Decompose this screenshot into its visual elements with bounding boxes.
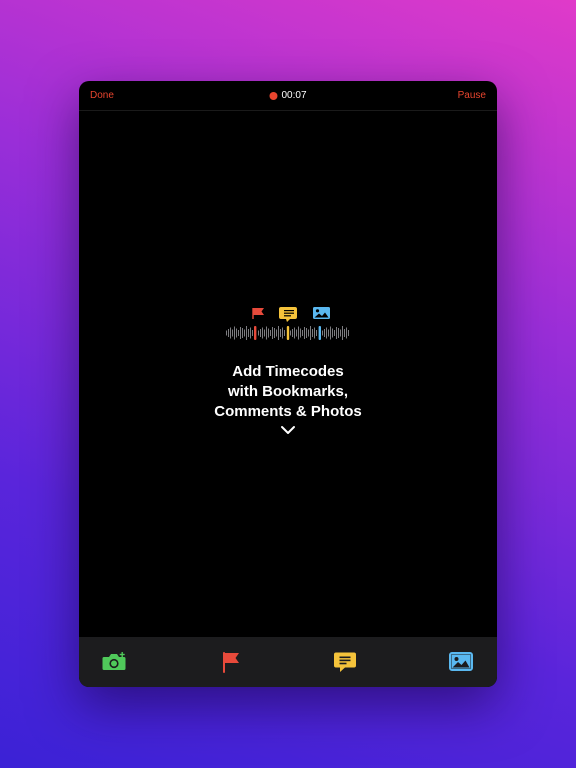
add-bookmark-button[interactable] (218, 651, 244, 673)
waveform-bar (260, 329, 261, 337)
waveform-bar (230, 327, 231, 339)
waveform-bar (252, 330, 253, 336)
comment-icon (334, 652, 356, 672)
waveform-bar (332, 328, 333, 338)
timeline-illustration (226, 307, 349, 340)
photo-icon (313, 307, 330, 340)
add-image-button[interactable] (448, 651, 474, 673)
waveform-bar (266, 326, 267, 340)
waveform-bar (334, 330, 335, 336)
waveform-bar (272, 327, 273, 339)
recording-screen: Done 00:07 Pause Add Timecodes with Book… (79, 81, 497, 687)
chevron-down-icon[interactable] (280, 425, 296, 435)
waveform-bar (330, 326, 331, 340)
top-bar: Done 00:07 Pause (79, 81, 497, 111)
onboarding-headline: Add Timecodes with Bookmarks, Comments &… (79, 362, 497, 422)
waveform-bar (282, 327, 283, 339)
waveform-bar (246, 326, 247, 340)
waveform-bar (312, 329, 313, 337)
recording-indicator-icon (269, 91, 278, 100)
headline-line: Add Timecodes (232, 363, 344, 380)
waveform-bar (262, 327, 263, 339)
waveform-bar (234, 326, 235, 340)
waveform-bar (226, 330, 227, 336)
waveform-bar (342, 326, 343, 340)
waveform-bar (236, 328, 237, 338)
waveform-bar (348, 330, 349, 336)
waveform-bar (326, 327, 327, 339)
add-comment-button[interactable] (332, 651, 358, 673)
waveform-bar (294, 327, 295, 339)
waveform-bar (242, 328, 243, 338)
waveform-bar (306, 328, 307, 338)
waveform-bar (258, 330, 259, 336)
waveform-bar (232, 329, 233, 337)
waveform-bar (338, 328, 339, 338)
waveform-bar (250, 327, 251, 339)
waveform-bar (292, 329, 293, 337)
waveform-bar (284, 330, 285, 336)
waveform-bar (340, 329, 341, 337)
recording-timer: 00:07 (269, 90, 307, 101)
timer-value: 00:07 (281, 90, 307, 101)
camera-icon (102, 652, 126, 670)
waveform-bar (296, 329, 297, 337)
waveform-bar (298, 326, 299, 340)
waveform-bar (304, 327, 305, 339)
waveform-bar (310, 326, 311, 340)
waveform-bar (276, 329, 277, 337)
waveform-bar (238, 330, 239, 336)
waveform-bar (336, 327, 337, 339)
waveform-bar (346, 327, 347, 339)
waveform-bar (280, 329, 281, 337)
waveform-bar (308, 329, 309, 337)
waveform-bar (240, 327, 241, 339)
waveform-bar (314, 327, 315, 339)
pause-button[interactable]: Pause (458, 90, 486, 101)
waveform-bar (302, 330, 303, 336)
done-button[interactable]: Done (90, 90, 114, 101)
waveform-bar (290, 330, 291, 336)
headline-line: with Bookmarks, (227, 383, 349, 400)
bottom-toolbar (79, 637, 497, 687)
add-photo-camera-button[interactable] (101, 651, 127, 673)
waveform-bar (274, 328, 275, 338)
waveform-bar (344, 329, 345, 337)
waveform-bar (300, 328, 301, 338)
waveform-bar (244, 329, 245, 337)
waveform-bar (228, 329, 229, 337)
waveform-bar (270, 330, 271, 336)
waveform-bar (324, 329, 325, 337)
waveform-bar (264, 329, 265, 337)
waveform-bar (268, 328, 269, 338)
waveform-bar (328, 329, 329, 337)
photo-icon (449, 652, 473, 671)
waveform-bar (278, 326, 279, 340)
flag-icon (223, 652, 239, 673)
headline-line: Comments & Photos (214, 403, 362, 420)
waveform-bar (248, 329, 249, 337)
waveform-bar (322, 330, 323, 336)
waveform-bar (316, 330, 317, 336)
